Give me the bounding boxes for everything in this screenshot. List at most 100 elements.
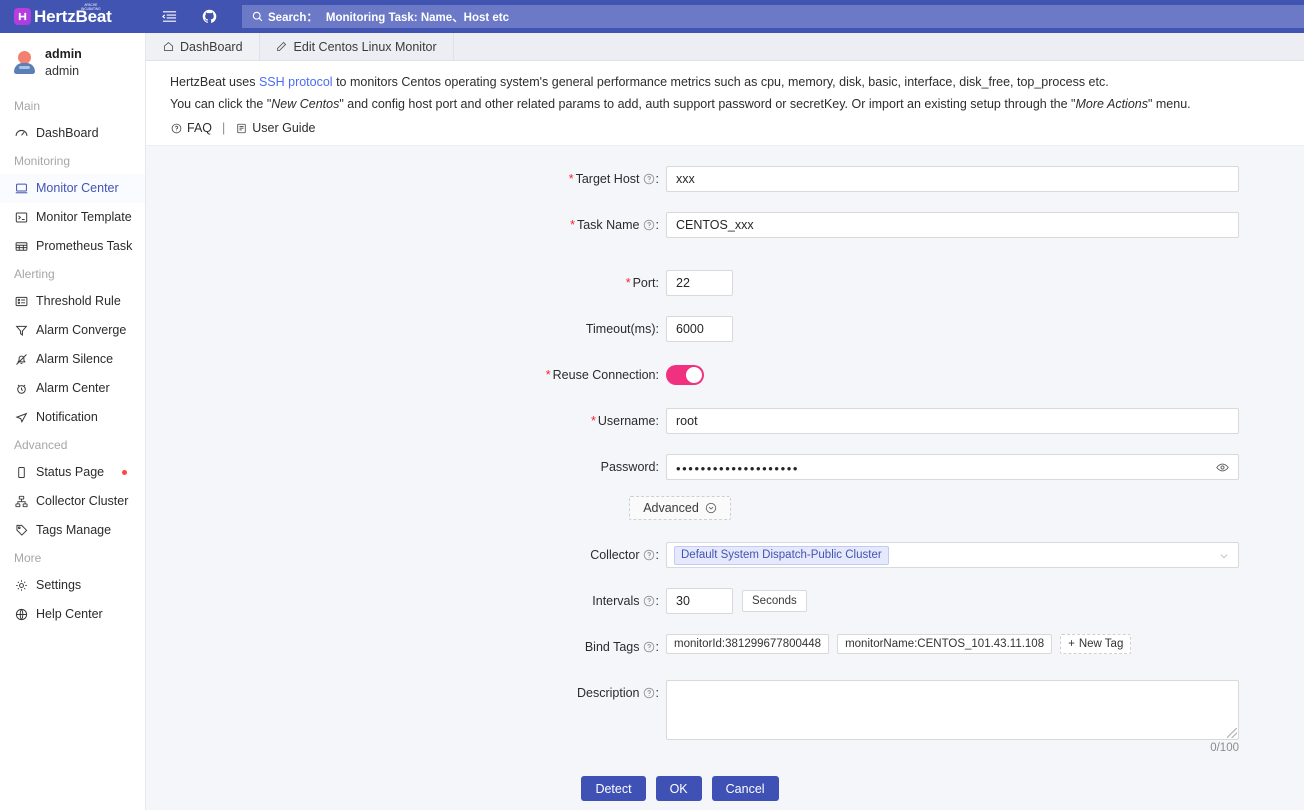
intro-l2a: You can click the " [170,97,272,112]
required-star: * [570,218,575,233]
status-badge [122,469,127,475]
username-input[interactable]: root [666,408,1239,435]
task-name-input[interactable]: CENTOS_xxx [666,212,1239,239]
label-text: Port [632,276,656,291]
sidebar-item-notification[interactable]: Notification [0,403,145,432]
sidebar-item-label: Monitor Template [36,210,132,225]
field-task-name: * Task Name: CENTOS_xxx [146,212,1304,239]
github-icon[interactable] [198,6,220,28]
sidebar-item-label: DashBoard [36,126,99,141]
user-guide-link[interactable]: User Guide [235,121,316,135]
password-input[interactable]: •••••••••••••••••••• [666,454,1239,481]
sidebar-item-prometheus-task[interactable]: Prometheus Task [0,232,145,261]
timeout-label: Timeout(ms): [585,322,659,337]
advanced-expander-wrap: Advanced [146,496,1304,521]
toggle-knob [686,367,702,384]
tab-edit-centos-linux-monitor[interactable]: Edit Centos Linux Monitor [259,33,454,60]
intro-l2c: " menu. [1147,97,1191,112]
sidebar-item-settings[interactable]: Settings [0,571,145,600]
port-input[interactable]: 22 [666,270,733,297]
intro-line-1: HertzBeat uses SSH protocol to monitors … [170,73,1304,91]
intro-l1a: HertzBeat uses [170,75,259,89]
reuse-connection-toggle[interactable] [666,365,704,386]
question-circle-icon[interactable] [643,641,655,653]
sidebar-item-collector-cluster[interactable]: Collector Cluster [0,487,145,516]
description-textarea[interactable] [666,680,1239,741]
sidebar-item-alarm-center[interactable]: Alarm Center [0,374,145,403]
label-text: Timeout(ms) [585,322,656,337]
nav-group-main: Main [14,98,41,113]
tab-label: DashBoard [180,39,243,54]
field-port: * Port: 22 [146,270,1304,297]
eye-icon[interactable] [1215,460,1229,474]
question-circle-icon[interactable] [643,173,655,185]
ok-button[interactable]: OK [655,776,702,802]
sidebar-item-tags-manage[interactable]: Tags Manage [0,516,145,545]
user-profile[interactable]: admin admin [0,33,145,93]
bind-tag-item[interactable]: monitorName:CENTOS_101.43.11.108 [837,634,1053,655]
intervals-unit-button[interactable]: Seconds [742,590,807,613]
sidebar-item-label: Prometheus Task [36,239,133,254]
collector-selected-tag: Default System Dispatch-Public Cluster [674,545,889,565]
sidebar-item-label: Status Page [36,465,105,480]
sidebar-item-label: Collector Cluster [36,494,129,509]
intervals-input[interactable]: 30 [666,588,733,615]
intro-l2b: " and config host port and other related… [339,97,1076,112]
question-circle-icon[interactable] [643,595,655,607]
cluster-icon [14,494,28,508]
sidebar-item-dashboard[interactable]: DashBoard [0,119,145,148]
timeout-input[interactable]: 6000 [666,316,733,343]
app-logo[interactable]: HertzBeat APACHE INCUBATING [0,0,146,33]
book-icon [235,122,247,134]
tab-bar: DashBoard Edit Centos Linux Monitor [146,33,1304,61]
faq-link[interactable]: FAQ [170,121,212,135]
sidebar-item-label: Threshold Rule [36,294,121,309]
alarm-clock-icon [14,381,28,395]
sidebar-item-monitor-center[interactable]: Monitor Center [0,173,145,203]
cancel-button[interactable]: Cancel [711,776,779,802]
bind-tag-item[interactable]: monitorId:381299677800448 [666,634,830,655]
detect-button[interactable]: Detect [581,776,646,802]
collector-select[interactable]: Default System Dispatch-Public Cluster [666,542,1239,569]
label-text: Task Name [576,218,640,233]
label-text: Description [576,686,640,701]
bind-tags-label: Bind Tags: [584,640,659,655]
advanced-toggle-button[interactable]: Advanced [629,496,731,521]
menu-fold-icon[interactable] [158,6,180,28]
question-circle-icon[interactable] [643,219,655,231]
hertzbeat-logo-icon [14,8,31,25]
intro-separator: | [222,121,226,136]
required-star: * [590,414,596,429]
intro-l1b: to monitors Centos operating system's ge… [332,75,1109,89]
sidebar-item-status-page[interactable]: Status Page [0,458,145,487]
label-text: Intervals [592,594,640,609]
target-host-input[interactable]: xxx [666,166,1239,193]
sidebar-item-threshold-rule[interactable]: Threshold Rule [0,287,145,316]
dashboard-icon [14,126,28,140]
global-search-input[interactable]: Search： Monitoring Task: Name、Host etc [242,5,1304,28]
field-description: Description: 0/100 [146,680,1304,754]
user-name: admin [45,47,82,61]
sidebar-item-alarm-silence[interactable]: Alarm Silence [0,345,145,374]
sidebar-item-alarm-converge[interactable]: Alarm Converge [0,316,145,345]
intro-new-centos: New Centos [271,97,340,112]
monitor-form: * Target Host: xxx * Task Name: CENTOS_xxx… [146,146,1304,810]
resize-grip[interactable] [1227,728,1237,739]
question-circle-icon[interactable] [643,687,655,699]
nav-group-advanced: Advanced [14,437,68,452]
field-username: * Username: root [146,408,1304,435]
nav-group-more: More [14,550,42,565]
logo-sup-line2: INCUBATING [81,6,101,11]
label-text: Collector [590,548,640,563]
tab-dashboard[interactable]: DashBoard [146,33,260,60]
ssh-protocol-link[interactable]: SSH protocol [259,75,333,89]
sidebar-item-monitor-template[interactable]: Monitor Template [0,203,145,232]
sidebar-item-help-center[interactable]: Help Center [0,600,145,629]
description-counter: 0/100 [1210,742,1239,755]
new-tag-button[interactable]: + New Tag [1060,634,1132,655]
intervals-label: Intervals: [592,594,659,609]
port-label: * Port: [625,276,659,291]
globe-icon [14,607,28,621]
sidebar: admin admin Main DashBoard Monitoring Mo… [0,33,146,810]
question-circle-icon[interactable] [643,549,655,561]
